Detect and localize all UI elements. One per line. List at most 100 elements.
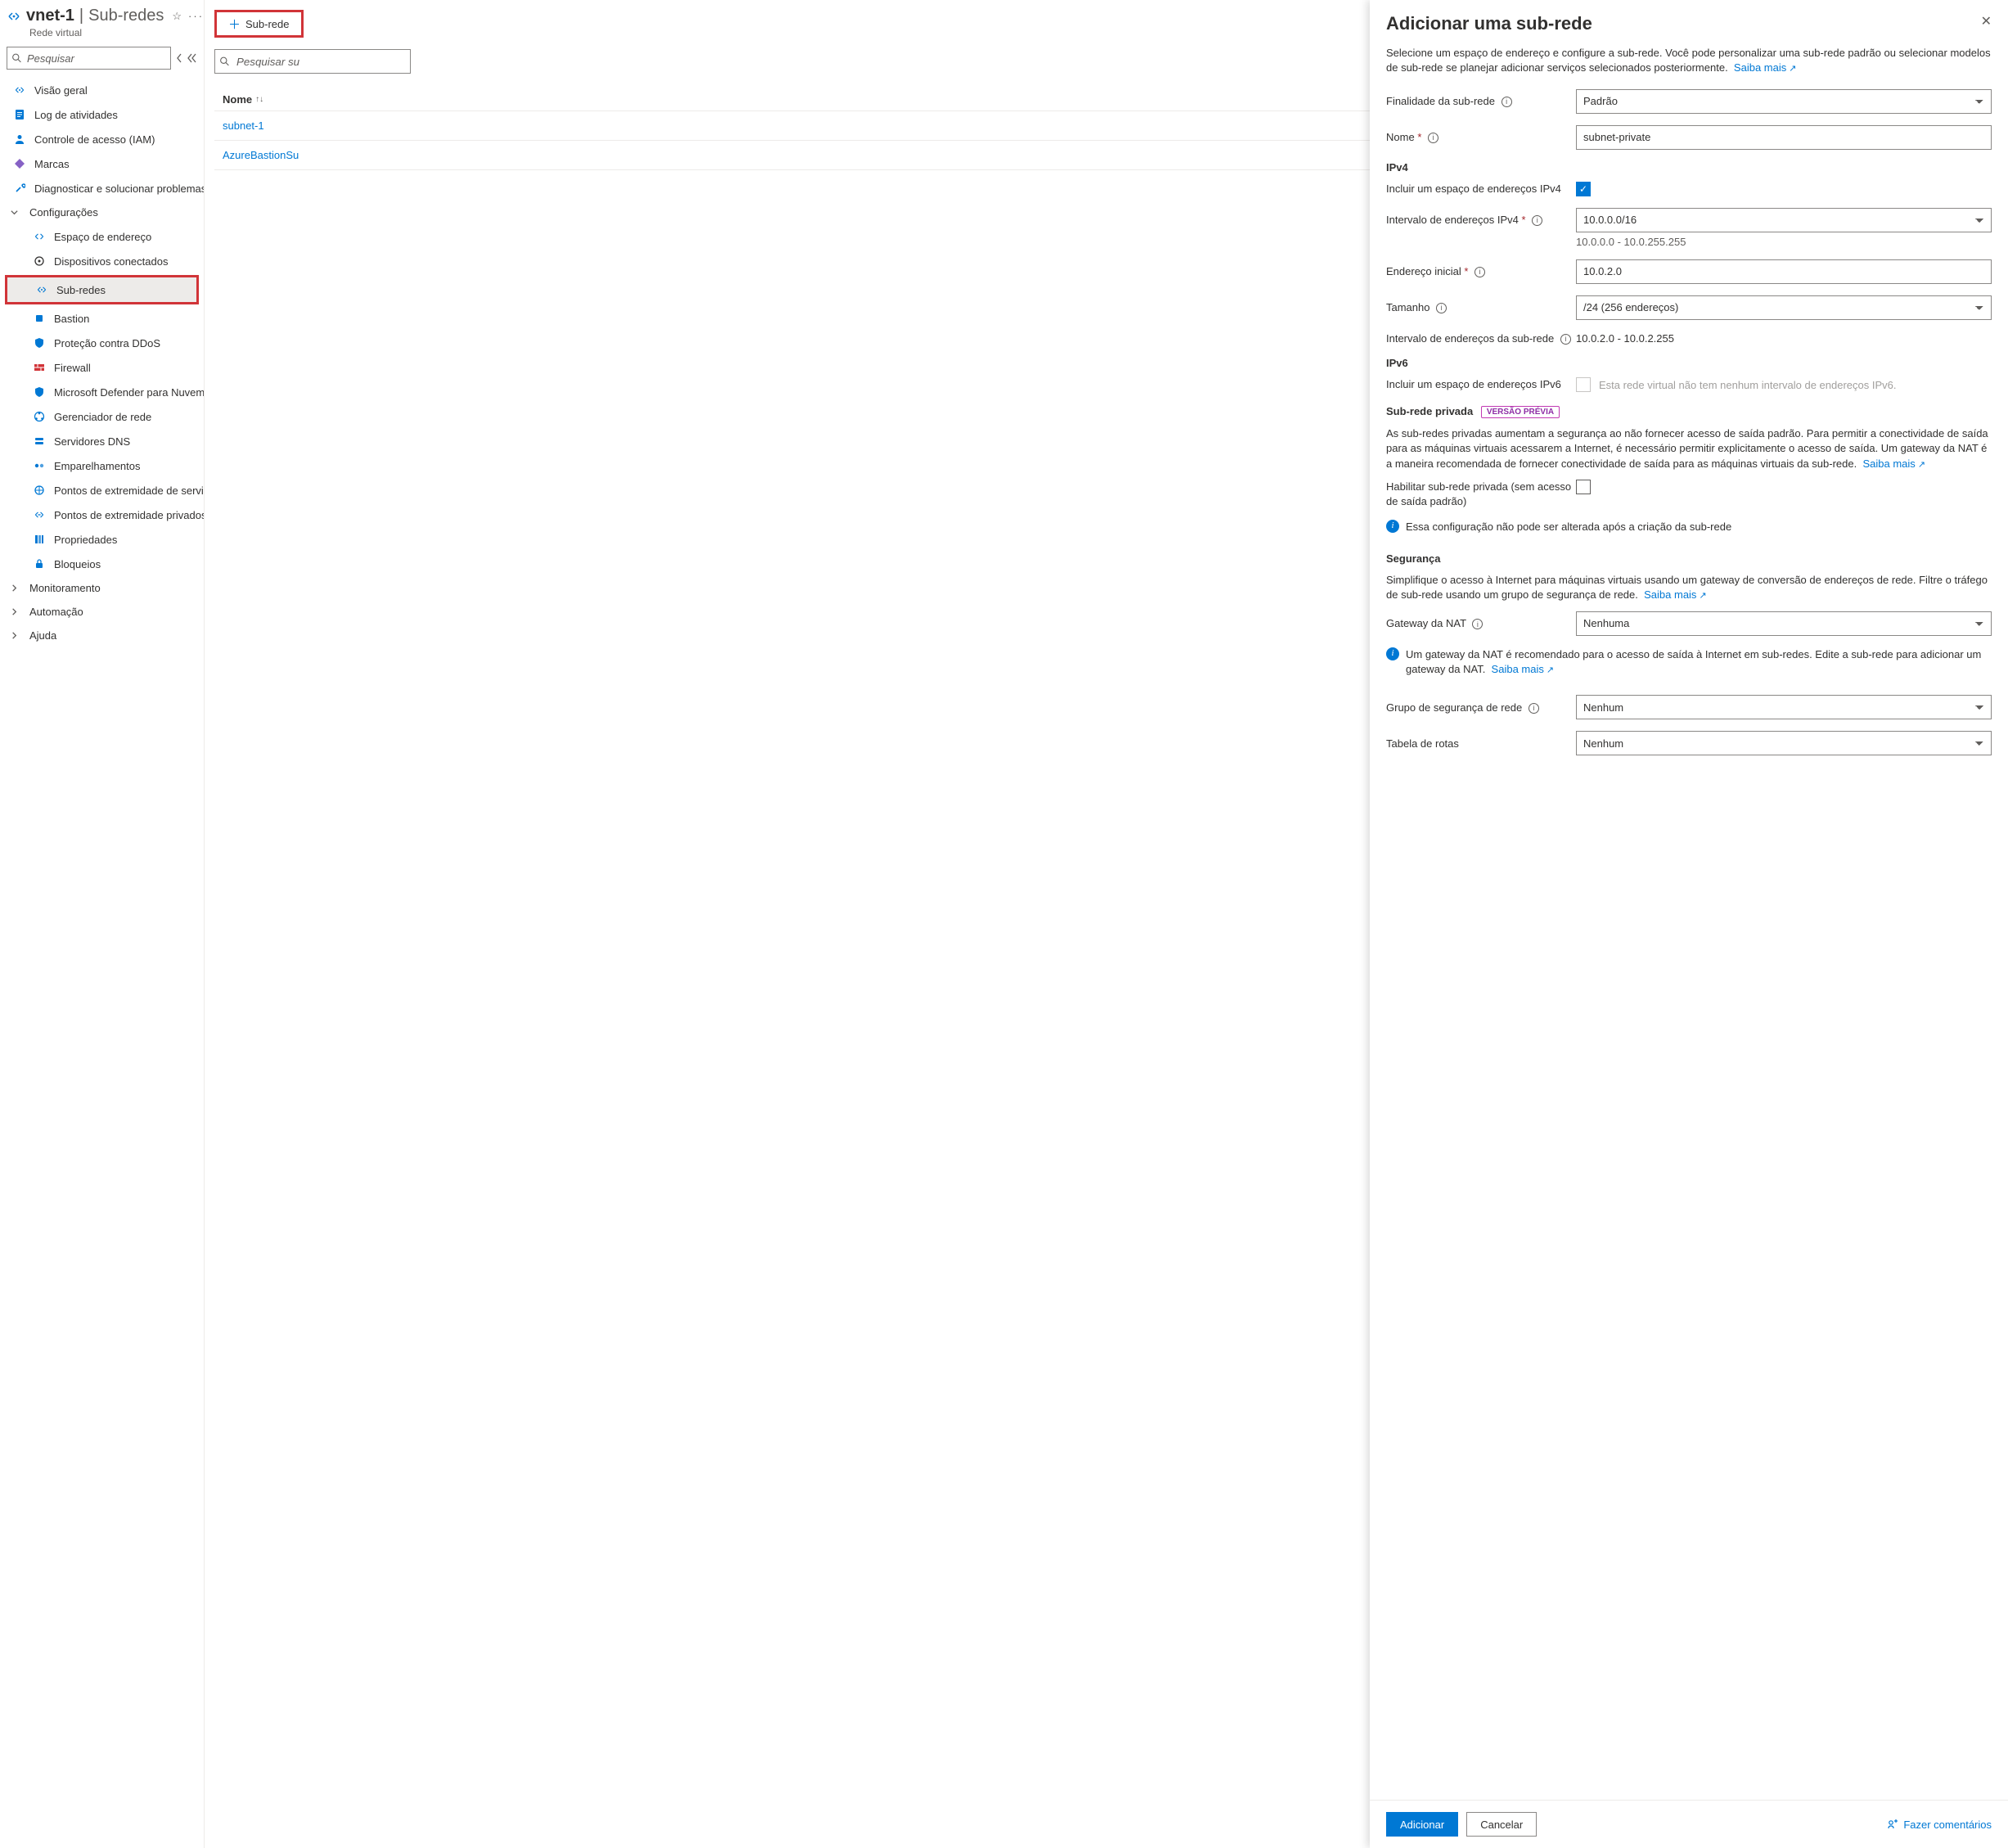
sidebar: vnet-1 | Sub-redes ☆ ··· Rede virtual [0, 0, 205, 1848]
subnet-range-value: 10.0.2.0 - 10.0.2.255 [1576, 332, 1992, 345]
security-heading: Segurança [1386, 552, 1992, 565]
subnet-link[interactable]: subnet-1 [223, 119, 264, 132]
nav-overview[interactable]: Visão geral [0, 78, 204, 102]
nav-group-monitoring[interactable]: Monitoramento [0, 576, 204, 600]
content-collapse-icon[interactable] [187, 53, 197, 63]
wrench-icon [13, 182, 26, 195]
nav-label: Servidores DNS [54, 435, 130, 448]
private-desc: As sub-redes privadas aumentam a seguran… [1386, 426, 1992, 471]
nav-bastion[interactable]: Bastion [0, 306, 204, 331]
devices-icon [33, 255, 46, 268]
subnet-link[interactable]: AzureBastionSu [223, 149, 299, 161]
cancel-button[interactable]: Cancelar [1466, 1812, 1537, 1837]
info-icon[interactable]: i [1472, 619, 1483, 629]
size-select[interactable]: /24 (256 endereços) [1576, 295, 1992, 320]
info-icon[interactable]: i [1529, 703, 1539, 714]
sidebar-search[interactable] [7, 47, 171, 70]
panel-title: Adicionar uma sub-rede [1386, 13, 1592, 34]
subnet-search-input[interactable] [214, 49, 411, 74]
lock-icon [33, 557, 46, 570]
nav-group-settings[interactable]: Configurações [0, 201, 204, 224]
info-icon[interactable]: i [1560, 334, 1571, 345]
nav-group-help[interactable]: Ajuda [0, 624, 204, 647]
info-icon[interactable]: i [1532, 215, 1542, 226]
nat-select[interactable]: Nenhuma [1576, 611, 1992, 636]
nav-address-space[interactable]: Espaço de endereço [0, 224, 204, 249]
page-section: Sub-redes [88, 7, 164, 25]
learn-more-link[interactable]: Saiba mais [1734, 61, 1797, 74]
ipv4-range-span: 10.0.0.0 - 10.0.255.255 [1576, 236, 1992, 248]
toolbar-add-label: Sub-rede [245, 18, 289, 30]
add-subnet-button[interactable]: ＋ Sub-rede [214, 10, 304, 38]
learn-more-link[interactable]: Saiba mais [1644, 588, 1707, 601]
nav-network-manager[interactable]: Gerenciador de rede [0, 404, 204, 429]
nav-locks[interactable]: Bloqueios [0, 552, 204, 576]
nav-activity-log[interactable]: Log de atividades [0, 102, 204, 127]
ipv6-heading: IPv6 [1386, 357, 1992, 369]
nav-label: Emparelhamentos [54, 460, 141, 472]
nav-service-endpoints[interactable]: Pontos de extremidade de serviço [0, 478, 204, 503]
column-label: Nome [223, 93, 252, 106]
name-input[interactable] [1576, 125, 1992, 150]
nav-label: Marcas [34, 158, 70, 170]
route-select[interactable]: Nenhum [1576, 731, 1992, 755]
nav-subnets[interactable]: Sub-redes [7, 277, 196, 302]
nav-label: Gerenciador de rede [54, 411, 151, 423]
enable-private-checkbox[interactable] [1576, 480, 1591, 494]
log-icon [13, 108, 26, 121]
feedback-link[interactable]: Fazer comentários [1887, 1819, 1992, 1831]
nav-tags[interactable]: Marcas [0, 151, 204, 176]
nsg-label: Grupo de segurança de rede i [1386, 701, 1576, 715]
nav-label: Log de atividades [34, 109, 118, 121]
nav-private-endpoints[interactable]: Pontos de extremidade privados [0, 503, 204, 527]
plus-icon: ＋ [228, 16, 241, 33]
bastion-icon [33, 312, 46, 325]
include-ipv4-label: Incluir um espaço de endereços IPv4 [1386, 182, 1576, 196]
sidebar-collapse-icon[interactable] [176, 53, 182, 63]
info-icon[interactable]: i [1428, 133, 1438, 143]
nav-diagnose[interactable]: Diagnosticar e solucionar problemas [0, 176, 204, 201]
more-icon[interactable]: ··· [188, 10, 204, 22]
nav-label: Pontos de extremidade privados [54, 509, 204, 521]
add-button[interactable]: Adicionar [1386, 1812, 1458, 1837]
nav-dns[interactable]: Servidores DNS [0, 429, 204, 453]
address-icon [33, 230, 46, 243]
private-callout: i Essa configuração não pode ser alterad… [1386, 520, 1992, 534]
shield-icon [33, 336, 46, 349]
breadcrumb-separator: | [79, 7, 83, 25]
size-label: Tamanho i [1386, 300, 1576, 315]
nav-group-automation[interactable]: Automação [0, 600, 204, 624]
start-addr-label: Endereço inicial * i [1386, 264, 1576, 279]
nav-properties[interactable]: Propriedades [0, 527, 204, 552]
purpose-select[interactable]: Padrão [1576, 89, 1992, 114]
info-icon[interactable]: i [1474, 267, 1485, 277]
info-icon[interactable]: i [1501, 97, 1512, 107]
info-icon: i [1386, 647, 1399, 660]
nav-peerings[interactable]: Emparelhamentos [0, 453, 204, 478]
learn-more-link[interactable]: Saiba mais [1862, 457, 1925, 470]
nav-iam[interactable]: Controle de acesso (IAM) [0, 127, 204, 151]
subnet-search[interactable] [214, 49, 411, 74]
network-icon [33, 410, 46, 423]
page-title: vnet-1 [26, 7, 74, 25]
nsg-select[interactable]: Nenhum [1576, 695, 1992, 719]
learn-more-link[interactable]: Saiba mais [1492, 663, 1555, 675]
nat-callout: i Um gateway da NAT é recomendado para o… [1386, 647, 1992, 678]
ipv6-disabled-msg: Esta rede virtual não tem nenhum interva… [1599, 379, 1897, 391]
security-desc: Simplifique o acesso à Internet para máq… [1386, 573, 1992, 603]
nav-defender[interactable]: Microsoft Defender para Nuvem [0, 380, 204, 404]
start-addr-input[interactable] [1576, 259, 1992, 284]
nav-firewall[interactable]: Firewall [0, 355, 204, 380]
info-icon[interactable]: i [1436, 303, 1447, 313]
vnet-icon [7, 8, 21, 25]
ipv4-range-select[interactable]: 10.0.0.0/16 [1576, 208, 1992, 232]
nav-connected-devices[interactable]: Dispositivos conectados [0, 249, 204, 273]
nav-label: Dispositivos conectados [54, 255, 168, 268]
include-ipv4-checkbox[interactable] [1576, 182, 1591, 196]
close-icon[interactable]: ✕ [1981, 13, 1992, 29]
favorite-star-icon[interactable]: ☆ [172, 10, 182, 23]
sidebar-search-input[interactable] [7, 47, 171, 70]
properties-icon [33, 533, 46, 546]
nav-ddos[interactable]: Proteção contra DDoS [0, 331, 204, 355]
iam-icon [13, 133, 26, 146]
